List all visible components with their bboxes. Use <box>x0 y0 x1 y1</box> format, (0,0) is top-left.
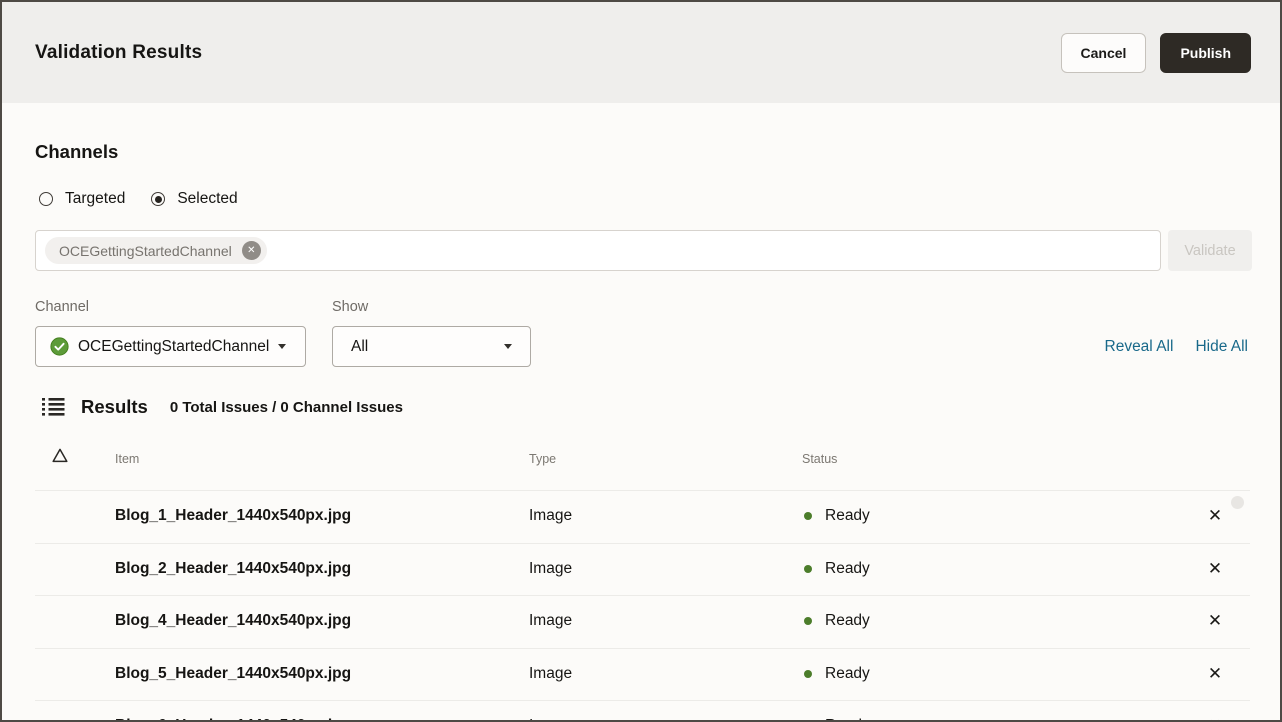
issues-summary: 0 Total Issues / 0 Channel Issues <box>170 399 403 416</box>
channel-valid-check-icon <box>50 337 69 356</box>
item-name[interactable]: Blog_2_Header_1440x540px.jpg <box>115 543 351 596</box>
show-select-label: Show <box>332 299 368 315</box>
page-title: Validation Results <box>35 42 202 64</box>
validate-button[interactable]: Validate <box>1168 230 1252 271</box>
reveal-all-link[interactable]: Reveal All <box>1105 338 1174 356</box>
item-status: Ready <box>804 490 870 543</box>
show-select-value: All <box>351 338 368 356</box>
item-type: Image <box>529 595 572 648</box>
item-type: Image <box>529 490 572 543</box>
radio-selected[interactable]: Selected <box>151 190 237 208</box>
status-ready-dot <box>804 565 812 573</box>
results-header: Results 0 Total Issues / 0 Channel Issue… <box>42 396 403 418</box>
remove-chip-icon[interactable]: ✕ <box>242 241 261 260</box>
item-status: Ready <box>804 543 870 596</box>
table-row: Blog_2_Header_1440x540px.jpg Image Ready… <box>2 543 1280 596</box>
status-ready-dot <box>804 512 812 520</box>
item-type: Image <box>529 543 572 596</box>
channel-select-value: OCEGettingStartedChannel <box>78 338 269 356</box>
remove-row-icon[interactable]: ✕ <box>1204 543 1226 596</box>
remove-row-icon[interactable]: ✕ <box>1204 648 1226 701</box>
chevron-down-icon <box>504 344 512 349</box>
status-label: Ready <box>825 507 870 525</box>
column-header-type: Type <box>529 452 556 466</box>
publish-button[interactable]: Publish <box>1160 33 1251 73</box>
channel-select[interactable]: OCEGettingStartedChannel <box>35 326 306 367</box>
show-select[interactable]: All <box>332 326 531 367</box>
column-header-status: Status <box>802 452 837 466</box>
cancel-button[interactable]: Cancel <box>1061 33 1147 73</box>
remove-row-icon[interactable]: ✕ <box>1204 700 1226 722</box>
radio-selected-label: Selected <box>177 190 237 208</box>
remove-row-icon[interactable]: ✕ <box>1204 595 1226 648</box>
radio-targeted-label: Targeted <box>65 190 125 208</box>
results-table-body: Blog_1_Header_1440x540px.jpg Image Ready… <box>2 490 1280 722</box>
status-label: Ready <box>825 560 870 578</box>
item-name[interactable]: Blog_5_Header_1440x540px.jpg <box>115 648 351 701</box>
channel-chip-label: OCEGettingStartedChannel <box>59 243 232 259</box>
table-row: Blog_5_Header_1440x540px.jpg Image Ready… <box>2 648 1280 701</box>
bulk-links: Reveal All Hide All <box>1105 338 1249 356</box>
status-label: Ready <box>825 717 870 722</box>
channel-select-label: Channel <box>35 299 89 315</box>
dialog-header: Validation Results Cancel Publish <box>2 2 1280 103</box>
item-name[interactable]: Blog_4_Header_1440x540px.jpg <box>115 595 351 648</box>
status-ready-dot <box>804 617 812 625</box>
warning-triangle-icon <box>52 448 68 463</box>
scrollbar-thumb[interactable] <box>1231 496 1244 509</box>
item-name[interactable]: Blog_1_Header_1440x540px.jpg <box>115 490 351 543</box>
channel-chip: OCEGettingStartedChannel ✕ <box>45 237 267 264</box>
chevron-down-icon <box>278 344 286 349</box>
list-icon <box>42 397 65 417</box>
channel-token-input[interactable]: OCEGettingStartedChannel ✕ <box>35 230 1161 271</box>
item-name[interactable]: Blog_6_Header_1440x540px.jpg <box>115 700 351 722</box>
channels-heading: Channels <box>35 141 118 163</box>
column-header-item: Item <box>115 452 139 466</box>
status-label: Ready <box>825 665 870 683</box>
table-row: Blog_4_Header_1440x540px.jpg Image Ready… <box>2 595 1280 648</box>
radio-targeted[interactable]: Targeted <box>39 190 125 208</box>
item-status: Ready <box>804 595 870 648</box>
channel-scope-radio-group: Targeted Selected <box>39 190 238 208</box>
table-row: Blog_6_Header_1440x540px.jpg Image Ready… <box>2 700 1280 722</box>
remove-row-icon[interactable]: ✕ <box>1204 490 1226 543</box>
radio-checked-icon <box>151 192 165 206</box>
item-status: Ready <box>804 700 870 722</box>
status-label: Ready <box>825 612 870 630</box>
results-table-header: Item Type Status <box>2 442 1280 490</box>
validation-results-dialog: Validation Results Cancel Publish Channe… <box>0 0 1282 722</box>
item-type: Image <box>529 700 572 722</box>
item-status: Ready <box>804 648 870 701</box>
status-ready-dot <box>804 670 812 678</box>
hide-all-link[interactable]: Hide All <box>1195 338 1248 356</box>
radio-unchecked-icon <box>39 192 53 206</box>
item-type: Image <box>529 648 572 701</box>
results-heading: Results <box>81 396 148 418</box>
header-actions: Cancel Publish <box>1061 33 1251 73</box>
table-row: Blog_1_Header_1440x540px.jpg Image Ready… <box>2 490 1280 543</box>
